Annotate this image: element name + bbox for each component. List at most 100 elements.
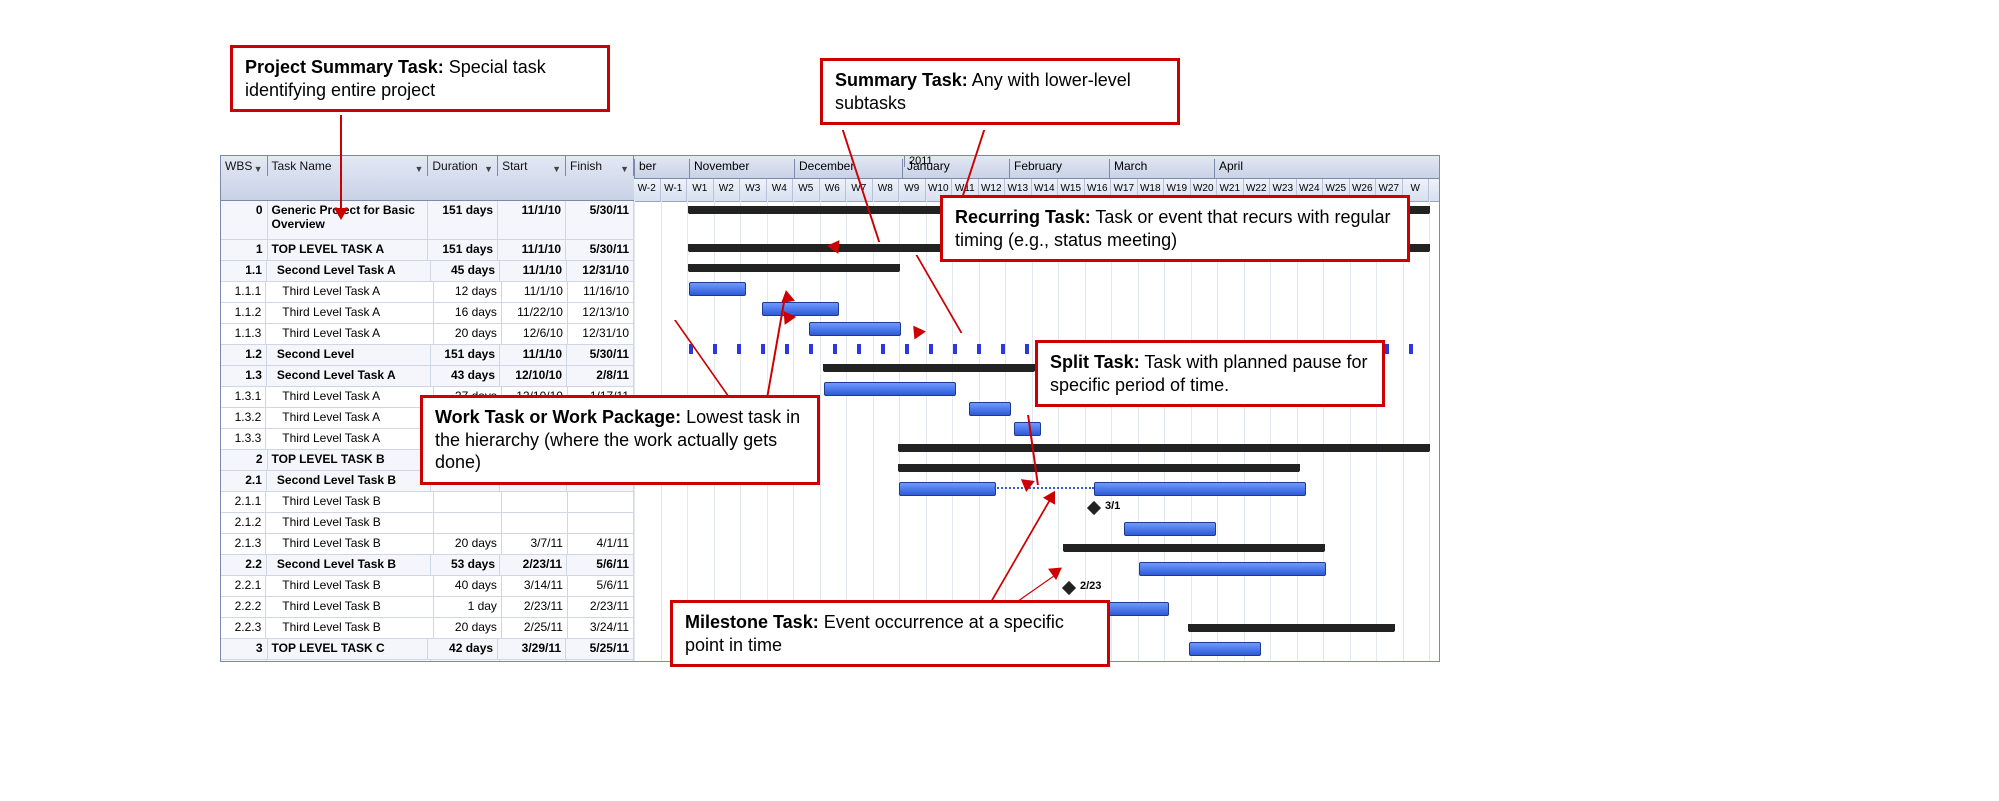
table-row[interactable]: 2.1.3Third Level Task B20 days3/7/114/1/… [221,534,634,555]
summary-bar[interactable] [1064,544,1324,552]
cell-wbs: 1.1.2 [221,303,266,323]
table-row[interactable]: 3TOP LEVEL TASK C42 days3/29/115/25/11 [221,639,634,660]
cell-wbs: 1.1 [221,261,267,281]
cell-duration: 20 days [434,324,502,344]
cell-finish: 12/31/10 [567,261,634,281]
cell-duration: 40 days [434,576,502,596]
table-row[interactable]: 1.2Second Level151 days11/1/105/30/11 [221,345,634,366]
week-label: W9 [899,179,926,201]
table-row[interactable]: 1TOP LEVEL TASK A151 days11/1/105/30/11 [221,240,634,261]
cell-finish [568,492,634,512]
table-row[interactable]: 3.1Second Level Task C15 days3/29/114/18… [221,660,634,662]
month-label: February [1009,159,1062,181]
cell-name: Third Level Task A [266,282,434,302]
work-bar[interactable] [1139,562,1326,576]
callout-title: Project Summary Task: [245,57,444,77]
work-bar[interactable] [762,302,839,316]
cell-finish: 5/30/11 [566,240,634,260]
table-row[interactable]: 1.1.2Third Level Task A16 days11/22/1012… [221,303,634,324]
cell-wbs: 1.1.1 [221,282,266,302]
gantt-row: 3/1 [634,498,1439,518]
cell-wbs: 2.2.2 [221,597,266,617]
cell-finish: 5/25/11 [566,639,634,659]
work-bar[interactable] [824,382,956,396]
chevron-down-icon[interactable]: ▼ [414,164,423,174]
cell-finish: 5/30/11 [566,201,634,239]
work-bar[interactable] [899,482,996,496]
cell-finish: 2/8/11 [567,366,634,386]
cell-finish: 12/13/10 [568,303,634,323]
milestone-diamond[interactable] [1062,581,1076,595]
cell-start: 11/1/10 [502,282,568,302]
col-header-name[interactable]: Task Name▼ [268,156,429,176]
summary-bar[interactable] [824,364,1034,372]
cell-start: 2/23/11 [502,597,568,617]
cell-start: 12/6/10 [502,324,568,344]
table-row[interactable]: 1.1.1Third Level Task A12 days11/1/1011/… [221,282,634,303]
gantt-row [634,318,1439,338]
cell-start: 12/10/10 [500,366,567,386]
work-bar[interactable] [1189,642,1261,656]
col-header-start[interactable]: Start▼ [498,156,566,176]
cell-name: Third Level Task A [266,324,434,344]
summary-bar[interactable] [899,464,1299,472]
table-header-row: WBS▼ Task Name▼ Duration▼ Start▼ Finish ▼ [221,156,634,201]
cell-name: Third Level Task A [266,387,434,407]
cell-finish: 5/6/11 [568,576,634,596]
chevron-down-icon[interactable]: ▼ [620,164,629,174]
cell-finish: 12/31/10 [568,324,634,344]
cell-wbs: 1 [221,240,268,260]
summary-bar[interactable] [899,444,1429,452]
col-header-wbs[interactable]: WBS▼ [221,156,268,176]
work-bar[interactable] [969,402,1011,416]
work-bar[interactable] [1124,522,1216,536]
cell-duration [434,513,502,533]
table-row[interactable]: 1.3Second Level Task A43 days12/10/102/8… [221,366,634,387]
cell-wbs: 2.2 [221,555,267,575]
month-label: April [1214,159,1243,181]
table-row[interactable]: 2.1.1Third Level Task B [221,492,634,513]
chevron-down-icon[interactable]: ▼ [484,164,493,174]
cell-finish: 3/24/11 [568,618,634,638]
milestone-diamond[interactable] [1087,501,1101,515]
summary-bar[interactable] [689,264,899,272]
col-label: Finish [570,159,602,173]
cell-start: 2/23/11 [500,555,567,575]
callout-title: Recurring Task: [955,207,1091,227]
table-row[interactable]: 2.2.3Third Level Task B20 days2/25/113/2… [221,618,634,639]
callout-title: Milestone Task: [685,612,819,632]
cell-start [502,492,568,512]
cell-name: Third Level Task B [266,492,434,512]
table-row[interactable]: 2.2.2Third Level Task B1 day2/23/112/23/… [221,597,634,618]
table-row[interactable]: 2.2.1Third Level Task B40 days3/14/115/6… [221,576,634,597]
cell-name: Second Level Task B [267,555,431,575]
work-bar[interactable] [809,322,901,336]
cell-name: Second Level Task C [267,660,431,662]
gantt-timeline-months: 2011 berNovemberDecemberJanuaryFebruaryM… [634,156,1439,179]
col-header-finish[interactable]: Finish ▼ [566,156,634,176]
table-row[interactable]: 1.1Second Level Task A45 days11/1/1012/3… [221,261,634,282]
gantt-row [634,278,1439,298]
week-label: W5 [793,179,820,201]
table-row[interactable]: 2.2Second Level Task B53 days2/23/115/6/… [221,555,634,576]
col-header-duration[interactable]: Duration▼ [428,156,498,176]
arrow-head [1019,479,1035,493]
table-row[interactable]: 1.1.3Third Level Task A20 days12/6/1012/… [221,324,634,345]
table-row[interactable]: 2.1.2Third Level Task B [221,513,634,534]
callout-recurring-task: Recurring Task: Task or event that recur… [940,195,1410,262]
month-label: December [794,159,854,181]
summary-bar[interactable] [1189,624,1394,632]
week-label: W4 [767,179,794,201]
cell-wbs: 3 [221,639,268,659]
week-label: W1 [687,179,714,201]
chevron-down-icon[interactable]: ▼ [552,164,561,174]
milestone-label: 2/23 [1080,580,1101,592]
table-row[interactable]: 0Generic Project for Basic Overview151 d… [221,201,634,240]
cell-finish: 5/6/11 [567,555,634,575]
cell-name: TOP LEVEL TASK B [268,450,429,470]
callout-milestone-task: Milestone Task: Event occurrence at a sp… [670,600,1110,667]
chevron-down-icon[interactable]: ▼ [254,164,263,174]
cell-duration: 151 days [428,201,498,239]
work-bar[interactable] [689,282,746,296]
work-bar[interactable] [1094,482,1306,496]
